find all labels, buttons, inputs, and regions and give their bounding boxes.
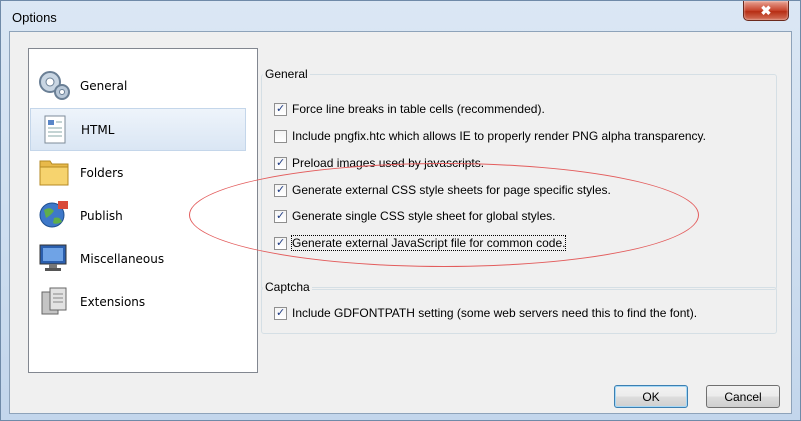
window-title: Options [12, 10, 57, 25]
title-bar[interactable]: Options ✖ [1, 1, 800, 31]
dialog-client-area: General HTML Folders Publish Miscellaneo… [9, 31, 792, 414]
sidebar-item-extensions[interactable]: Extensions [30, 280, 246, 323]
checkbox-label: Force line breaks in table cells (recomm… [292, 102, 545, 116]
option-external-javascript[interactable]: Generate external JavaScript file for co… [274, 235, 567, 251]
sidebar-item-miscellaneous[interactable]: Miscellaneous [30, 237, 246, 280]
options-dialog: Options ✖ General HTML Folders Publish M… [0, 0, 801, 421]
sidebar-item-general[interactable]: General [30, 64, 246, 107]
checkbox-label: Include GDFONTPATH setting (some web ser… [292, 306, 698, 320]
option-single-css[interactable]: Generate single CSS style sheet for glob… [274, 208, 555, 224]
category-list[interactable]: General HTML Folders Publish Miscellaneo… [28, 48, 258, 373]
option-external-css[interactable]: Generate external CSS style sheets for p… [274, 182, 611, 198]
checkbox-label: Generate single CSS style sheet for glob… [292, 209, 556, 223]
extensions-icon [36, 284, 72, 318]
checkbox[interactable] [274, 209, 287, 223]
cancel-button[interactable]: Cancel [706, 385, 780, 408]
close-icon: ✖ [760, 2, 772, 18]
option-force-line-breaks[interactable]: Force line breaks in table cells (recomm… [274, 101, 545, 117]
captcha-group-title: Captcha [263, 280, 312, 294]
html-document-icon [37, 113, 73, 147]
checkbox[interactable] [274, 306, 287, 320]
checkbox[interactable] [274, 129, 287, 143]
checkbox-label: Include pngfix.htc which allows IE to pr… [292, 129, 706, 143]
sidebar-item-html[interactable]: HTML [30, 108, 246, 151]
general-group-title: General [263, 67, 310, 81]
option-include-pngfix[interactable]: Include pngfix.htc which allows IE to pr… [274, 128, 706, 144]
monitor-icon [36, 241, 72, 275]
globe-publish-icon [36, 198, 72, 232]
checkbox-label: Generate external CSS style sheets for p… [292, 183, 611, 197]
checkbox-label: Preload images used by javascripts. [292, 156, 485, 170]
close-button[interactable]: ✖ [743, 1, 789, 21]
sidebar-item-folders[interactable]: Folders [30, 151, 246, 194]
checkbox-label: Generate external JavaScript file for co… [290, 235, 567, 251]
option-gdfontpath[interactable]: Include GDFONTPATH setting (some web ser… [274, 305, 697, 321]
checkbox[interactable] [274, 156, 287, 170]
sidebar-item-label: Folders [80, 165, 124, 180]
sidebar-item-label: Miscellaneous [80, 251, 165, 266]
checkbox[interactable] [274, 236, 287, 250]
sidebar-item-label: HTML [81, 122, 115, 137]
sidebar-item-label: General [80, 78, 128, 93]
checkbox[interactable] [274, 183, 287, 197]
sidebar-item-publish[interactable]: Publish [30, 194, 246, 237]
gears-icon [36, 68, 72, 102]
checkbox[interactable] [274, 102, 287, 116]
folder-icon [36, 155, 72, 189]
ok-button[interactable]: OK [614, 385, 688, 408]
option-preload-images[interactable]: Preload images used by javascripts. [274, 155, 484, 171]
sidebar-item-label: Extensions [80, 294, 146, 309]
sidebar-item-label: Publish [80, 208, 123, 223]
